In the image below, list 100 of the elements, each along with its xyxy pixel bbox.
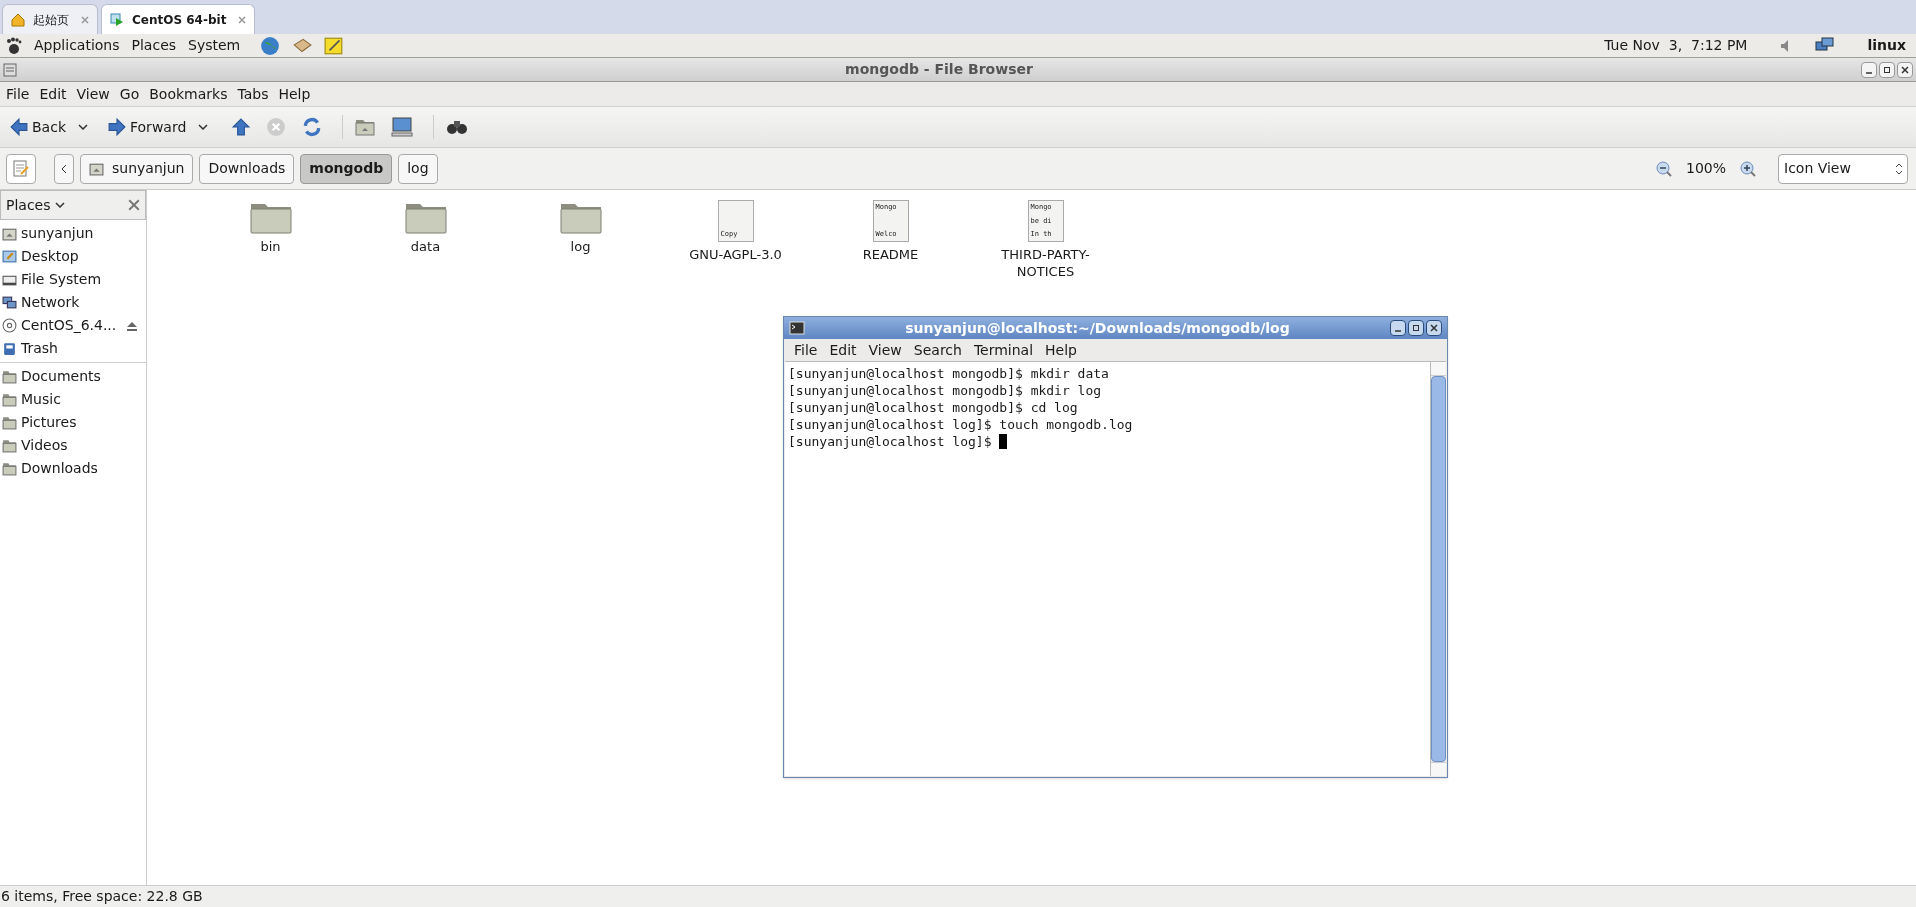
menu-item[interactable]: Tabs — [237, 83, 269, 105]
close-icon — [1430, 324, 1438, 332]
close-button[interactable] — [1426, 320, 1442, 336]
tab-label: 起始页 — [33, 11, 69, 29]
terminal-line: [sunyanjun@localhost mongodb]$ cd log — [788, 399, 1078, 416]
panel-menu[interactable]: System — [188, 35, 241, 56]
sidebar-item[interactable]: Downloads — [21, 458, 138, 479]
maximize-button[interactable] — [1408, 320, 1424, 336]
terminal-title: sunyanjun@localhost:~/Downloads/mongodb/log — [904, 318, 1291, 338]
file-name[interactable]: README — [835, 246, 946, 263]
menu-item[interactable]: File — [6, 83, 30, 105]
home-folder-icon[interactable] — [355, 118, 376, 136]
terminal-menu-item[interactable]: View — [868, 339, 902, 361]
folder-icon — [2, 461, 17, 476]
menu-item[interactable]: Go — [119, 83, 140, 105]
up-down-caret-icon — [1895, 162, 1903, 175]
folder-icon — [2, 415, 17, 430]
menu-item[interactable]: Edit — [39, 83, 67, 105]
up-arrow-icon — [232, 118, 251, 136]
sidebar-item[interactable]: Videos — [21, 435, 138, 456]
terminal-menu-item[interactable]: File — [794, 339, 818, 361]
zoom-in-icon[interactable] — [1740, 160, 1756, 177]
home-folder-icon — [89, 161, 104, 176]
zoom-level: 100% — [1685, 159, 1726, 178]
sidebar-item[interactable]: CentOS_6.4... — [21, 315, 122, 336]
file-name[interactable]: data — [370, 238, 481, 255]
maximize-button[interactable] — [1879, 61, 1895, 78]
panel-menu[interactable]: Applications — [34, 35, 120, 56]
close-icon[interactable] — [128, 199, 140, 211]
file-name[interactable]: THIRD-PARTY-NOTICES — [990, 246, 1101, 280]
terminal-line: [sunyanjun@localhost log]$ — [788, 433, 993, 450]
menu-item[interactable]: Bookmarks — [149, 83, 228, 105]
file-name[interactable]: bin — [215, 238, 326, 255]
user-name[interactable]: linux — [1867, 35, 1906, 56]
note-pencil-icon[interactable] — [324, 35, 345, 56]
host-tab[interactable]: CentOS 64-bit — [101, 4, 256, 34]
caret-icon — [198, 124, 209, 130]
path-button[interactable]: Downloads — [199, 153, 295, 184]
path-button[interactable]: sunyanjun — [80, 153, 194, 184]
sidebar-item[interactable]: Network — [21, 292, 138, 313]
close-icon — [1901, 65, 1909, 74]
back-arrow-icon — [10, 118, 28, 136]
view-select[interactable]: Icon View — [1778, 153, 1908, 184]
folder-icon — [2, 369, 17, 384]
zoom-out-icon[interactable] — [1655, 160, 1672, 177]
sidebar-item[interactable]: Pictures — [21, 412, 138, 433]
sidebar-item[interactable]: Trash — [21, 338, 138, 359]
close-button[interactable] — [1897, 61, 1913, 78]
terminal-menu-item[interactable]: Edit — [829, 339, 857, 361]
back-button[interactable]: Back — [10, 116, 66, 138]
forward-arrow-icon — [108, 118, 126, 136]
globe-icon[interactable] — [260, 35, 281, 56]
path-button[interactable]: mongodb — [300, 153, 393, 184]
minimize-icon — [1394, 330, 1402, 332]
window-title: mongodb - File Browser — [844, 60, 1034, 79]
path-button[interactable]: log — [398, 153, 438, 184]
maximize-icon — [1883, 65, 1891, 74]
tab-label: CentOS 64-bit — [132, 11, 227, 29]
menu-item[interactable]: Help — [278, 83, 311, 105]
terminal-menu-item[interactable]: Help — [1045, 339, 1077, 361]
forward-button[interactable]: Forward — [108, 116, 187, 138]
terminal-icon[interactable] — [789, 321, 805, 335]
close-icon[interactable] — [81, 15, 89, 24]
minimize-button[interactable] — [1390, 320, 1406, 336]
sidebar-item[interactable]: Music — [21, 389, 138, 410]
refresh-icon[interactable] — [302, 117, 323, 137]
caret-icon — [54, 202, 65, 208]
minimize-button[interactable] — [1861, 61, 1877, 78]
clock[interactable]: Tue Nov 3, 7:12 PM — [1604, 35, 1748, 56]
terminal-line: [sunyanjun@localhost mongodb]$ mkdir log — [788, 382, 1102, 399]
desktop-icon — [2, 249, 17, 264]
binoculars-icon[interactable] — [446, 118, 469, 136]
chevron-left-icon — [61, 163, 67, 174]
panel-menu[interactable]: Places — [131, 35, 177, 56]
status-bar: 6 items, Free space: 22.8 GB — [0, 885, 1916, 907]
note-pencil-icon — [12, 159, 30, 178]
sidebar-item[interactable]: sunyanjun — [21, 223, 138, 244]
close-icon[interactable] — [238, 15, 247, 24]
minimize-icon — [1865, 71, 1873, 74]
maximize-icon — [1412, 324, 1420, 332]
computer-icon[interactable] — [391, 117, 414, 137]
folder-icon — [2, 392, 17, 407]
file-name[interactable]: log — [525, 238, 636, 255]
file-name[interactable]: GNU-AGPL-3.0 — [680, 246, 791, 263]
sidebar-item[interactable]: File System — [21, 269, 138, 290]
text-cursor — [999, 434, 1008, 449]
foot-logo-icon[interactable] — [6, 36, 22, 55]
sidebar-item[interactable]: Documents — [21, 366, 138, 387]
home-icon — [11, 12, 25, 27]
host-tab[interactable]: 起始页 — [2, 4, 98, 34]
sidebar-item[interactable]: Desktop — [21, 246, 138, 267]
terminal-menu-item[interactable]: Search — [913, 339, 962, 361]
menu-item[interactable]: View — [76, 83, 110, 105]
terminal-menu-item[interactable]: Terminal — [973, 339, 1034, 361]
folder-icon — [2, 438, 17, 453]
scrollbar[interactable] — [1430, 362, 1446, 776]
play-icon — [110, 12, 124, 27]
terminal-line: [sunyanjun@localhost mongodb]$ mkdir data — [788, 365, 1109, 382]
caret-icon — [78, 124, 88, 130]
eject-icon[interactable] — [126, 320, 138, 331]
